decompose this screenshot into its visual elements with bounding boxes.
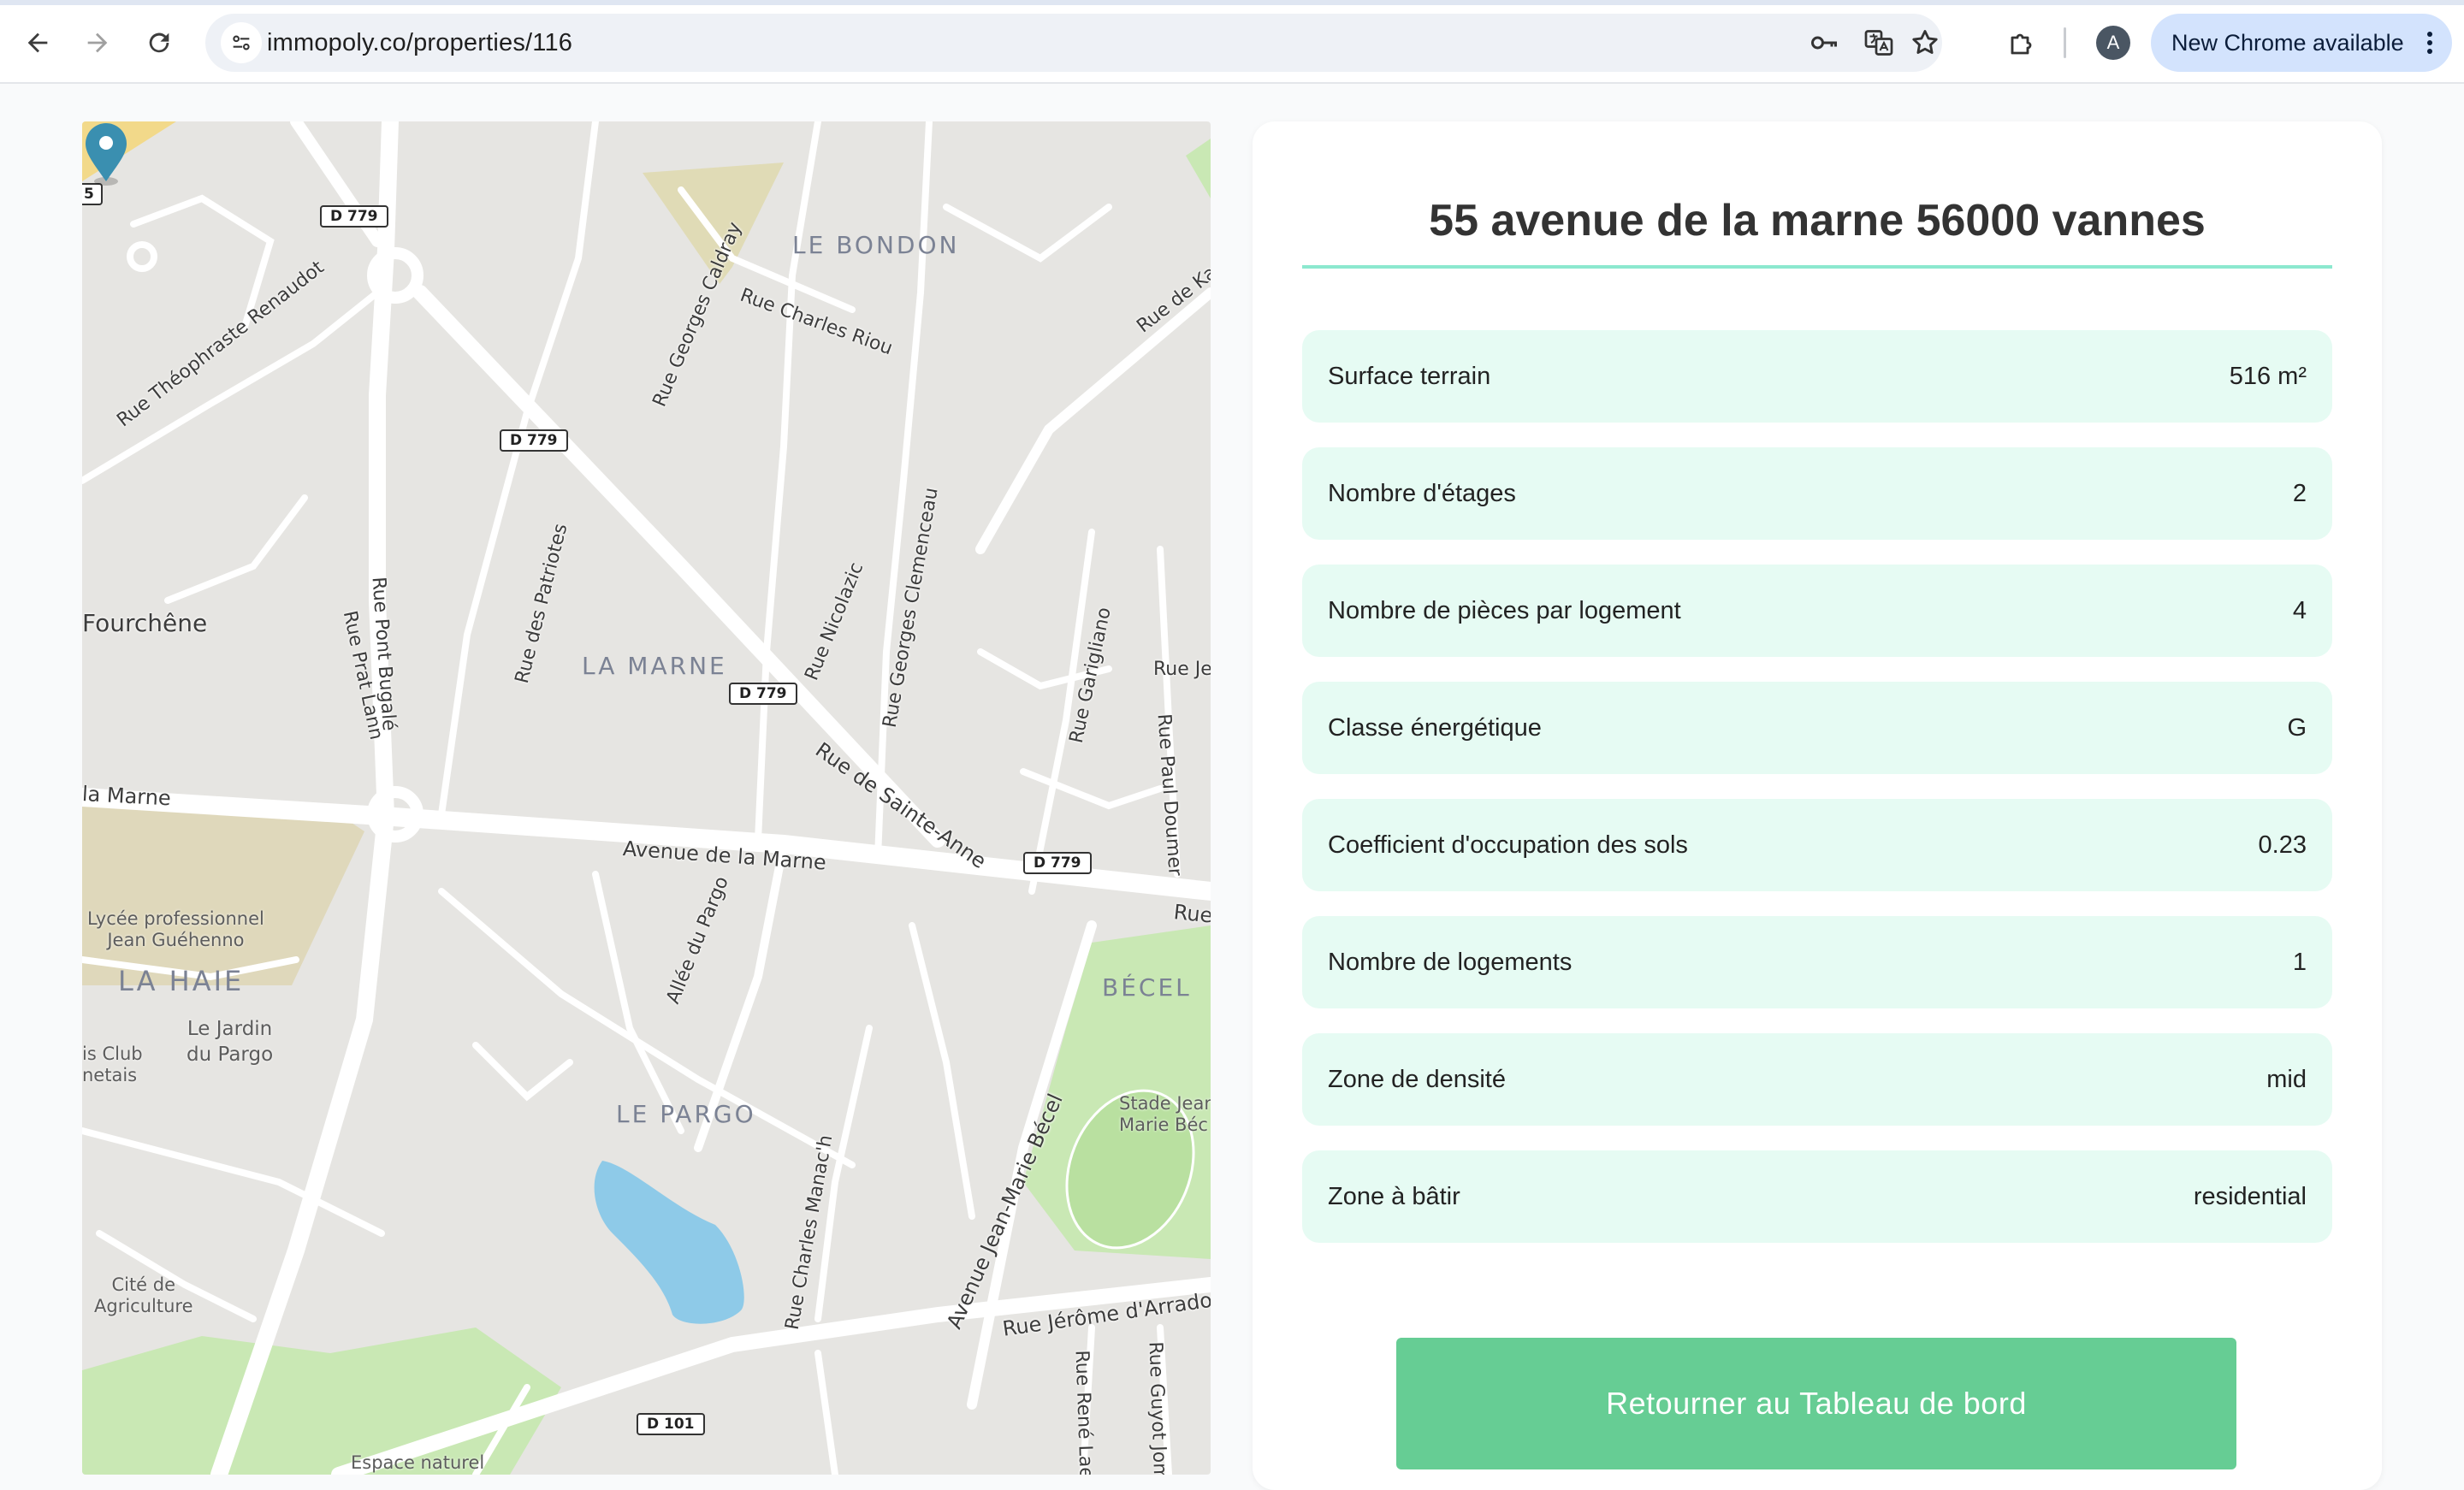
- detail-label: Zone de densité: [1328, 1065, 1506, 1093]
- detail-value: 4: [2292, 596, 2307, 624]
- detail-label: Coefficient d'occupation des sols: [1328, 831, 1688, 859]
- poi-label-cite: Cité de Agriculture: [94, 1274, 193, 1316]
- detail-row-nombre-pieces: Nombre de pièces par logement 4: [1302, 565, 2332, 657]
- poi-label-tennis: is Club netais: [82, 1044, 143, 1085]
- detail-label: Classe énergétique: [1328, 713, 1542, 742]
- extensions-icon: [2011, 33, 2032, 55]
- road-shield-d101: D 101: [637, 1413, 705, 1435]
- bookmark-star-icon: [1912, 30, 1938, 54]
- poi-label-stade: Stade Jean Marie Béc: [1119, 1093, 1211, 1135]
- street-label-la-marne-left: la Marne: [82, 782, 172, 811]
- detail-value: G: [2287, 713, 2307, 742]
- detail-value: 2: [2292, 479, 2307, 507]
- bookmark-button[interactable]: [1908, 26, 1942, 60]
- detail-value: residential: [2193, 1182, 2307, 1210]
- tab-strip-edge: [0, 0, 2464, 5]
- password-key-icon: [1811, 36, 1837, 50]
- detail-label: Nombre d'étages: [1328, 479, 1516, 507]
- address-bar[interactable]: immopoly.co/properties/116: [205, 14, 1942, 72]
- district-label-la-haie: LA HAIE: [118, 965, 245, 997]
- detail-row-surface-terrain: Surface terrain 516 m²: [1302, 330, 2332, 423]
- place-label-fourchene: Fourchêne: [82, 609, 208, 637]
- poi-label-lycee: Lycée professionnel Jean Guéhenno: [87, 908, 264, 950]
- detail-label: Nombre de pièces par logement: [1328, 596, 1681, 624]
- property-address-title: 55 avenue de la marne 56000 vannes: [1302, 195, 2332, 269]
- detail-row-nombre-logements: Nombre de logements 1: [1302, 916, 2332, 1008]
- detail-value: mid: [2266, 1065, 2307, 1093]
- site-settings-button[interactable]: [221, 22, 262, 63]
- detail-label: Zone à bâtir: [1328, 1182, 1460, 1210]
- browser-toolbar: immopoly.co/properties/116 A New Chrome …: [0, 0, 2464, 84]
- url-text[interactable]: immopoly.co/properties/116: [267, 14, 572, 72]
- new-chrome-available-button[interactable]: New Chrome available: [2151, 14, 2452, 72]
- road-shield-d779: D 779: [1023, 852, 1092, 874]
- detail-row-nombre-etages: Nombre d'étages 2: [1302, 447, 2332, 540]
- detail-value: 516 m²: [2229, 362, 2307, 390]
- district-label-la-marne: LA MARNE: [582, 652, 727, 680]
- forward-button[interactable]: [74, 19, 121, 67]
- site-settings-icon: [233, 35, 250, 50]
- password-key-button[interactable]: [1807, 26, 1841, 60]
- translate-icon: [1864, 30, 1893, 56]
- profile-avatar[interactable]: A: [2096, 26, 2130, 60]
- road-shield-d779: D 779: [729, 683, 797, 705]
- map-pin-icon[interactable]: [82, 121, 130, 186]
- reload-button[interactable]: [135, 19, 183, 67]
- district-label-le-pargo: LE PARGO: [616, 1100, 756, 1128]
- street-label-rue-right: Rue: [1172, 900, 1211, 928]
- street-label-rue-je: Rue Je: [1153, 659, 1211, 680]
- poi-label-jardin: Le Jardin du Pargo: [187, 1018, 274, 1066]
- detail-value: 0.23: [2258, 831, 2307, 859]
- back-arrow-icon: [27, 33, 48, 53]
- extensions-button[interactable]: [1999, 19, 2046, 67]
- detail-label: Nombre de logements: [1328, 948, 1573, 976]
- district-label-becel: BÉCEL: [1102, 973, 1192, 1002]
- detail-row-zone-densite: Zone de densité mid: [1302, 1033, 2332, 1126]
- back-button[interactable]: [14, 19, 62, 67]
- detail-row-classe-energetique: Classe énergétique G: [1302, 682, 2332, 774]
- road-shield-d779: D 779: [500, 429, 568, 452]
- new-chrome-label: New Chrome available: [2171, 30, 2404, 56]
- property-details-card: 55 avenue de la marne 56000 vannes Surfa…: [1253, 121, 2382, 1490]
- poi-label-espace: Espace naturel: [351, 1452, 485, 1473]
- detail-label: Surface terrain: [1328, 362, 1491, 390]
- toolbar-divider: [2064, 27, 2066, 58]
- return-to-dashboard-button[interactable]: Retourner au Tableau de bord: [1396, 1338, 2236, 1469]
- road-shield-d779: D 779: [320, 205, 388, 228]
- property-details-list: Surface terrain 516 m² Nombre d'étages 2…: [1302, 330, 2332, 1268]
- detail-value: 1: [2292, 948, 2307, 976]
- district-label-le-bondon: LE BONDON: [792, 231, 960, 259]
- detail-row-zone-a-batir: Zone à bâtir residential: [1302, 1150, 2332, 1243]
- detail-row-coefficient-occupation: Coefficient d'occupation des sols 0.23: [1302, 799, 2332, 891]
- more-vert-icon: [2427, 32, 2432, 54]
- property-map[interactable]: LE BONDON LA MARNE LA HAIE BÉCEL LE PARG…: [82, 121, 1211, 1475]
- forward-arrow-icon: [87, 33, 108, 53]
- translate-button[interactable]: [1862, 26, 1896, 60]
- reload-icon: [149, 33, 169, 53]
